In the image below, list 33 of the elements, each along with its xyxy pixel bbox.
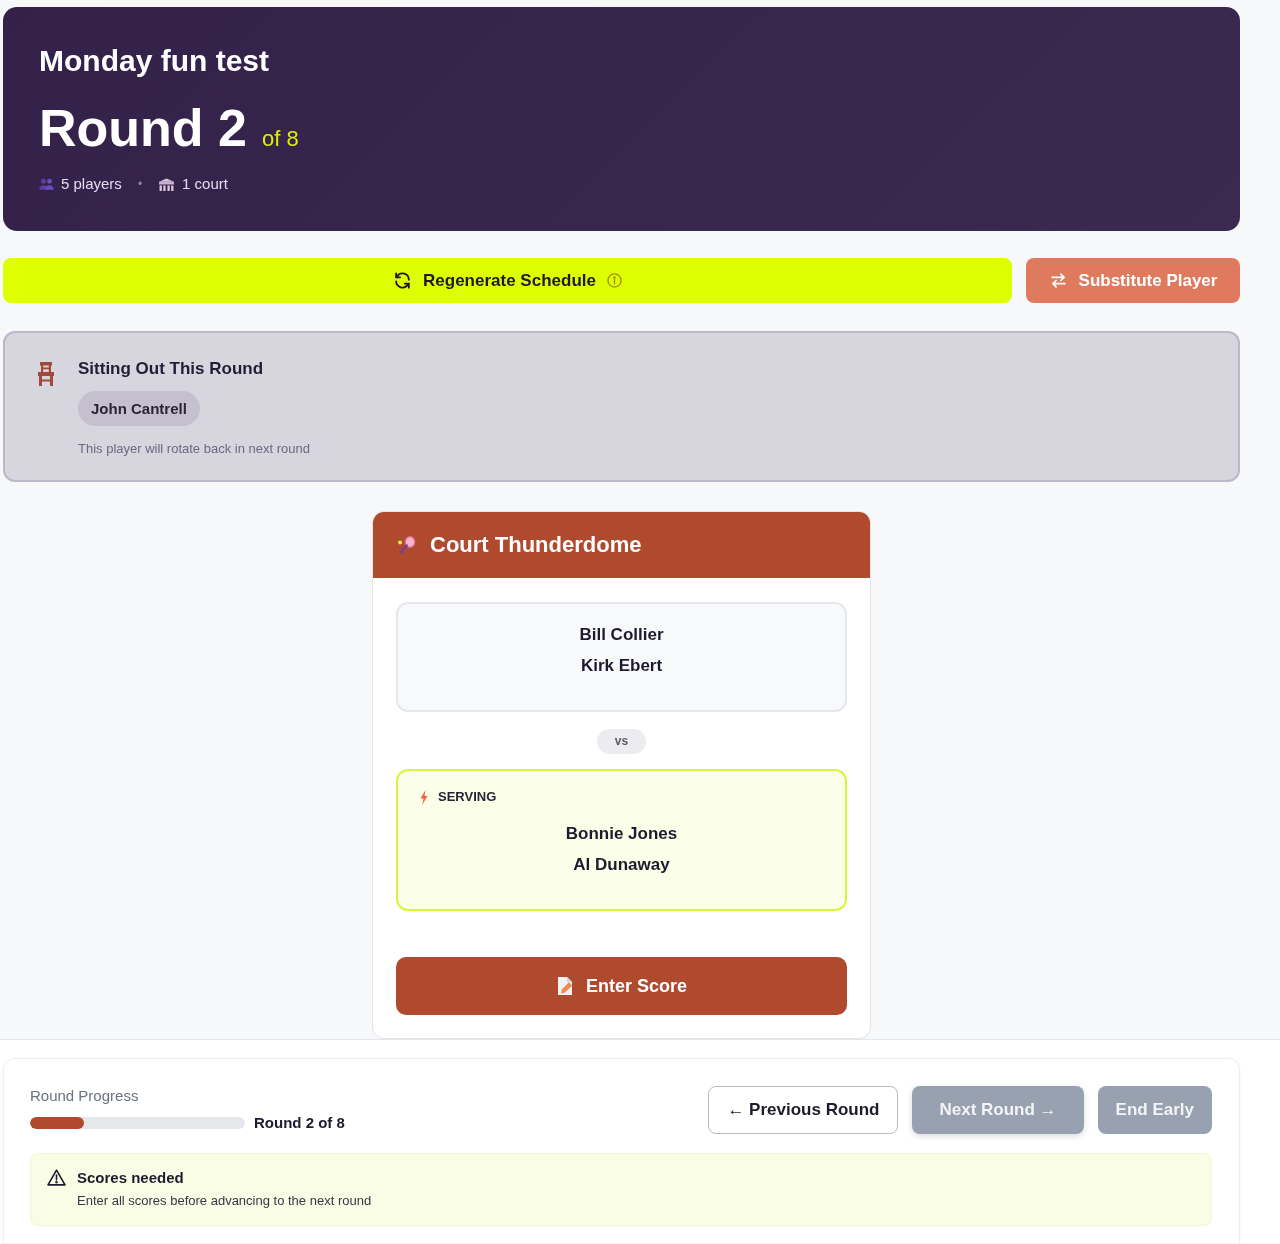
player-name: Al Dunaway <box>572 854 671 876</box>
alert-title: Scores needed <box>77 1169 185 1187</box>
swap-icon <box>1048 271 1068 290</box>
round-number: Round 2 <box>39 98 247 158</box>
chair-icon <box>37 361 55 387</box>
document-icon <box>555 976 574 996</box>
building-icon <box>158 177 176 191</box>
enter-score-button[interactable]: Enter Score <box>396 957 847 1015</box>
sitting-out-title: Sitting Out This Round <box>78 358 265 380</box>
people-icon <box>39 178 54 190</box>
refresh-icon <box>393 271 413 290</box>
separator-dot: • <box>137 176 143 193</box>
previous-round-button[interactable]: ← Previous Round <box>708 1086 899 1134</box>
regenerate-schedule-button[interactable]: Regenerate Schedule <box>3 258 1012 303</box>
player-chip: John Cantrell <box>78 391 200 426</box>
progress-text: Round 2 of 8 <box>254 1113 345 1133</box>
event-title: Monday fun test <box>39 43 270 79</box>
serving-label: SERVING <box>438 789 497 805</box>
warning-icon <box>47 1169 66 1186</box>
court-name: Court Thunderdome <box>430 531 642 559</box>
vs-badge: vs <box>597 729 646 754</box>
player-name: Bonnie Jones <box>564 823 679 845</box>
player-name: Bill Collier <box>578 624 665 646</box>
alert-message: Enter all scores before advancing to the next round <box>77 1193 372 1209</box>
rotation-note: This player will rotate back in next round <box>78 440 310 458</box>
player-count: 5 players <box>61 174 122 194</box>
player-name: Kirk Ebert <box>579 655 664 677</box>
progress-label: Round Progress <box>30 1087 140 1105</box>
lightning-icon <box>420 789 428 805</box>
substitute-player-button[interactable]: Substitute Player <box>1026 258 1240 303</box>
round-total: of 8 <box>262 126 299 152</box>
racket-icon <box>397 535 417 555</box>
court-count: 1 court <box>182 174 228 194</box>
